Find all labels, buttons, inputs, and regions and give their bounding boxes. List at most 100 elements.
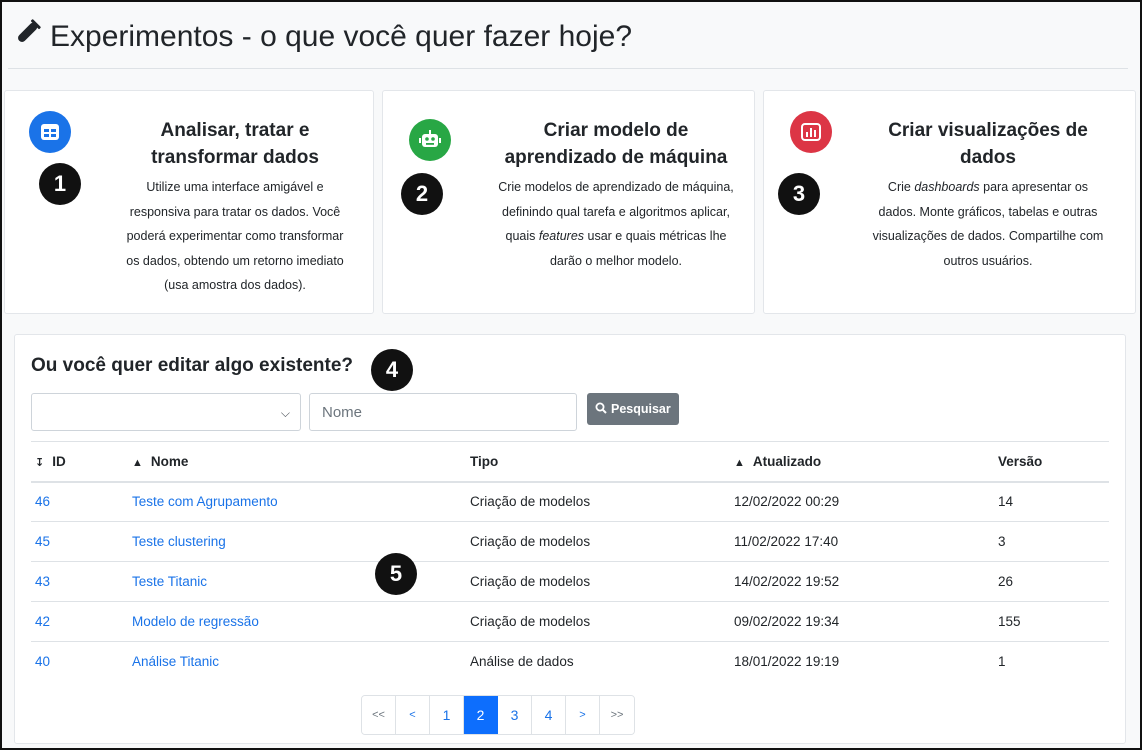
row-atualizado: 14/02/2022 19:52 — [730, 561, 994, 602]
pagination-page-2[interactable]: 2 — [464, 696, 498, 734]
column-header-nome[interactable]: ▲︎ Nome — [128, 441, 466, 483]
card-desc-emphasis: features — [538, 229, 585, 243]
edit-existing-panel: Ou você quer editar algo existente? 4 ⌵ … — [14, 334, 1126, 744]
card-title-line: Criar visualizações de — [888, 120, 1088, 141]
table-row: 42 Modelo de regressão Criação de modelo… — [31, 601, 1109, 642]
step-badge-5: 5 — [375, 553, 417, 595]
row-id-link[interactable]: 42 — [35, 614, 50, 629]
column-header-versao: Versão — [994, 441, 1109, 483]
pagination-prev[interactable]: < — [396, 696, 430, 734]
edit-existing-title: Ou você quer editar algo existente? — [31, 355, 354, 376]
column-header-label: Atualizado — [752, 453, 822, 469]
row-versao: 14 — [994, 481, 1109, 522]
card-desc-line: Crie dashboards para apresentar os — [848, 175, 1128, 200]
page-title-text: Experimentos - o que você quer fazer hoj… — [50, 20, 632, 53]
step-badge-4: 4 — [371, 349, 413, 391]
row-name-link[interactable]: Teste com Agrupamento — [132, 494, 278, 509]
search-button-label: Pesquisar — [611, 402, 671, 416]
card-desc-line: poderá experimentar como transformar — [126, 229, 344, 243]
row-tipo: Criação de modelos — [466, 601, 730, 642]
table-header-row: ↧ ID ▲︎ Nome Tipo ▲︎ Atualizado Versão — [31, 441, 1109, 483]
card-title-line: aprendizado de máquina — [504, 147, 728, 168]
column-header-tipo: Tipo — [466, 441, 730, 483]
pagination-page-3[interactable]: 3 — [498, 696, 532, 734]
pagination-page-4[interactable]: 4 — [532, 696, 566, 734]
card-desc-line: Crie modelos de aprendizado de máquina, — [498, 180, 734, 194]
table-icon — [29, 111, 71, 153]
step-badge-3: 3 — [778, 173, 820, 215]
row-id-link[interactable]: 45 — [35, 534, 50, 549]
row-tipo: Criação de modelos — [466, 561, 730, 602]
card-desc-line: responsiva para tratar os dados. Você — [129, 204, 341, 219]
page-header: Experimentos - o que você quer fazer hoj… — [4, 4, 1140, 90]
card-desc-line: quais features usar e quais métricas lhe — [481, 224, 751, 249]
pagination-next[interactable]: > — [566, 696, 600, 734]
card-desc-line: darão o melhor modelo. — [549, 253, 683, 268]
row-versao: 1 — [998, 654, 1006, 670]
card-desc-line: os dados, obtendo um retorno imediato — [126, 253, 344, 268]
table-row: 40 Análise Titanic Análise de dados 18/0… — [31, 642, 1109, 682]
column-header-atualizado[interactable]: ▲︎ Atualizado — [730, 441, 994, 483]
card-title-line: dados — [960, 147, 1016, 168]
name-search-input[interactable] — [309, 393, 577, 431]
pagination-page-1[interactable]: 1 — [430, 696, 464, 734]
row-id-link[interactable]: 46 — [35, 494, 50, 509]
column-header-label: Nome — [150, 453, 189, 469]
row-name-link[interactable]: Modelo de regressão — [132, 614, 259, 629]
card-desc-line: visualizações de dados. Compartilhe com — [872, 229, 1104, 243]
card-criar-visualizacoes[interactable]: 3 Criar visualizações de dados Crie dash… — [763, 90, 1136, 314]
card-title: Analisar, tratar e transformar dados — [105, 117, 365, 171]
robot-icon — [409, 119, 451, 161]
row-versao: 26 — [994, 561, 1109, 602]
card-desc-text: para apresentar os — [979, 180, 1089, 194]
row-id-link[interactable]: 40 — [35, 654, 50, 669]
step-badge-2: 2 — [401, 173, 443, 215]
card-title-line: Criar modelo de — [543, 120, 689, 141]
card-description: Crie dashboards para apresentar os dados… — [848, 175, 1128, 273]
table-row: 45 Teste clustering Criação de modelos 1… — [31, 521, 1109, 562]
experiments-table: ↧ ID ▲︎ Nome Tipo ▲︎ Atualizado Versão 46 T… — [31, 441, 1109, 682]
step-badge-1: 1 — [39, 163, 81, 205]
column-header-id[interactable]: ↧ ID — [31, 441, 128, 483]
row-tipo: Análise de dados — [470, 654, 574, 670]
sort-descending-icon: ↧ — [35, 456, 45, 469]
pagination-last[interactable]: >> — [600, 696, 634, 734]
column-header-label: ID — [52, 453, 66, 469]
pagination: << < 1 2 3 4 > >> — [361, 695, 635, 735]
card-description: Utilize uma interface amigável e respons… — [105, 175, 365, 298]
row-tipo: Criação de modelos — [466, 481, 730, 522]
row-name-link[interactable]: Teste clustering — [132, 534, 226, 549]
test-tube-icon — [12, 18, 42, 56]
row-name-link[interactable]: Análise Titanic — [132, 654, 219, 669]
card-title-line: Analisar, tratar e — [160, 120, 310, 141]
row-tipo: Criação de modelos — [466, 521, 730, 562]
header-divider — [8, 68, 1128, 69]
card-title: Criar modelo de aprendizado de máquina — [481, 117, 751, 171]
card-analisar-dados[interactable]: 1 Analisar, tratar e transformar dados U… — [4, 90, 374, 314]
card-desc-text: usar e quais métricas lhe — [584, 229, 727, 243]
card-desc-line: dados. Monte gráficos, tabelas e outras — [878, 204, 1098, 219]
card-desc-line: Utilize uma interface amigável e — [146, 180, 324, 194]
card-desc-line: (usa amostra dos dados). — [164, 278, 306, 292]
row-versao: 155 — [994, 601, 1109, 642]
card-desc-emphasis: dashboards — [914, 180, 980, 194]
card-title: Criar visualizações de dados — [848, 117, 1128, 171]
page-title: Experimentos - o que você quer fazer hoj… — [12, 18, 632, 56]
table-row: 43 Teste Titanic Criação de modelos 14/0… — [31, 561, 1109, 602]
row-atualizado: 09/02/2022 19:34 — [730, 601, 994, 642]
row-atualizado: 18/01/2022 19:19 — [734, 654, 840, 670]
card-criar-modelo[interactable]: 2 Criar modelo de aprendizado de máquina… — [382, 90, 755, 314]
column-header-label: Versão — [998, 453, 1043, 469]
search-button[interactable]: Pesquisar — [587, 393, 679, 425]
bar-chart-icon — [790, 111, 832, 153]
sort-icon: ▲︎ — [734, 456, 745, 469]
row-name-link[interactable]: Teste Titanic — [132, 574, 207, 589]
table-row: 46 Teste com Agrupamento Criação de mode… — [31, 481, 1109, 522]
row-id-link[interactable]: 43 — [35, 574, 50, 589]
pagination-first[interactable]: << — [362, 696, 396, 734]
search-icon — [595, 402, 607, 417]
chevron-down-icon: ⌵ — [280, 406, 290, 420]
sort-icon: ▲︎ — [132, 456, 143, 469]
row-atualizado: 11/02/2022 17:40 — [730, 521, 994, 562]
type-filter-select[interactable]: ⌵ — [31, 393, 301, 431]
